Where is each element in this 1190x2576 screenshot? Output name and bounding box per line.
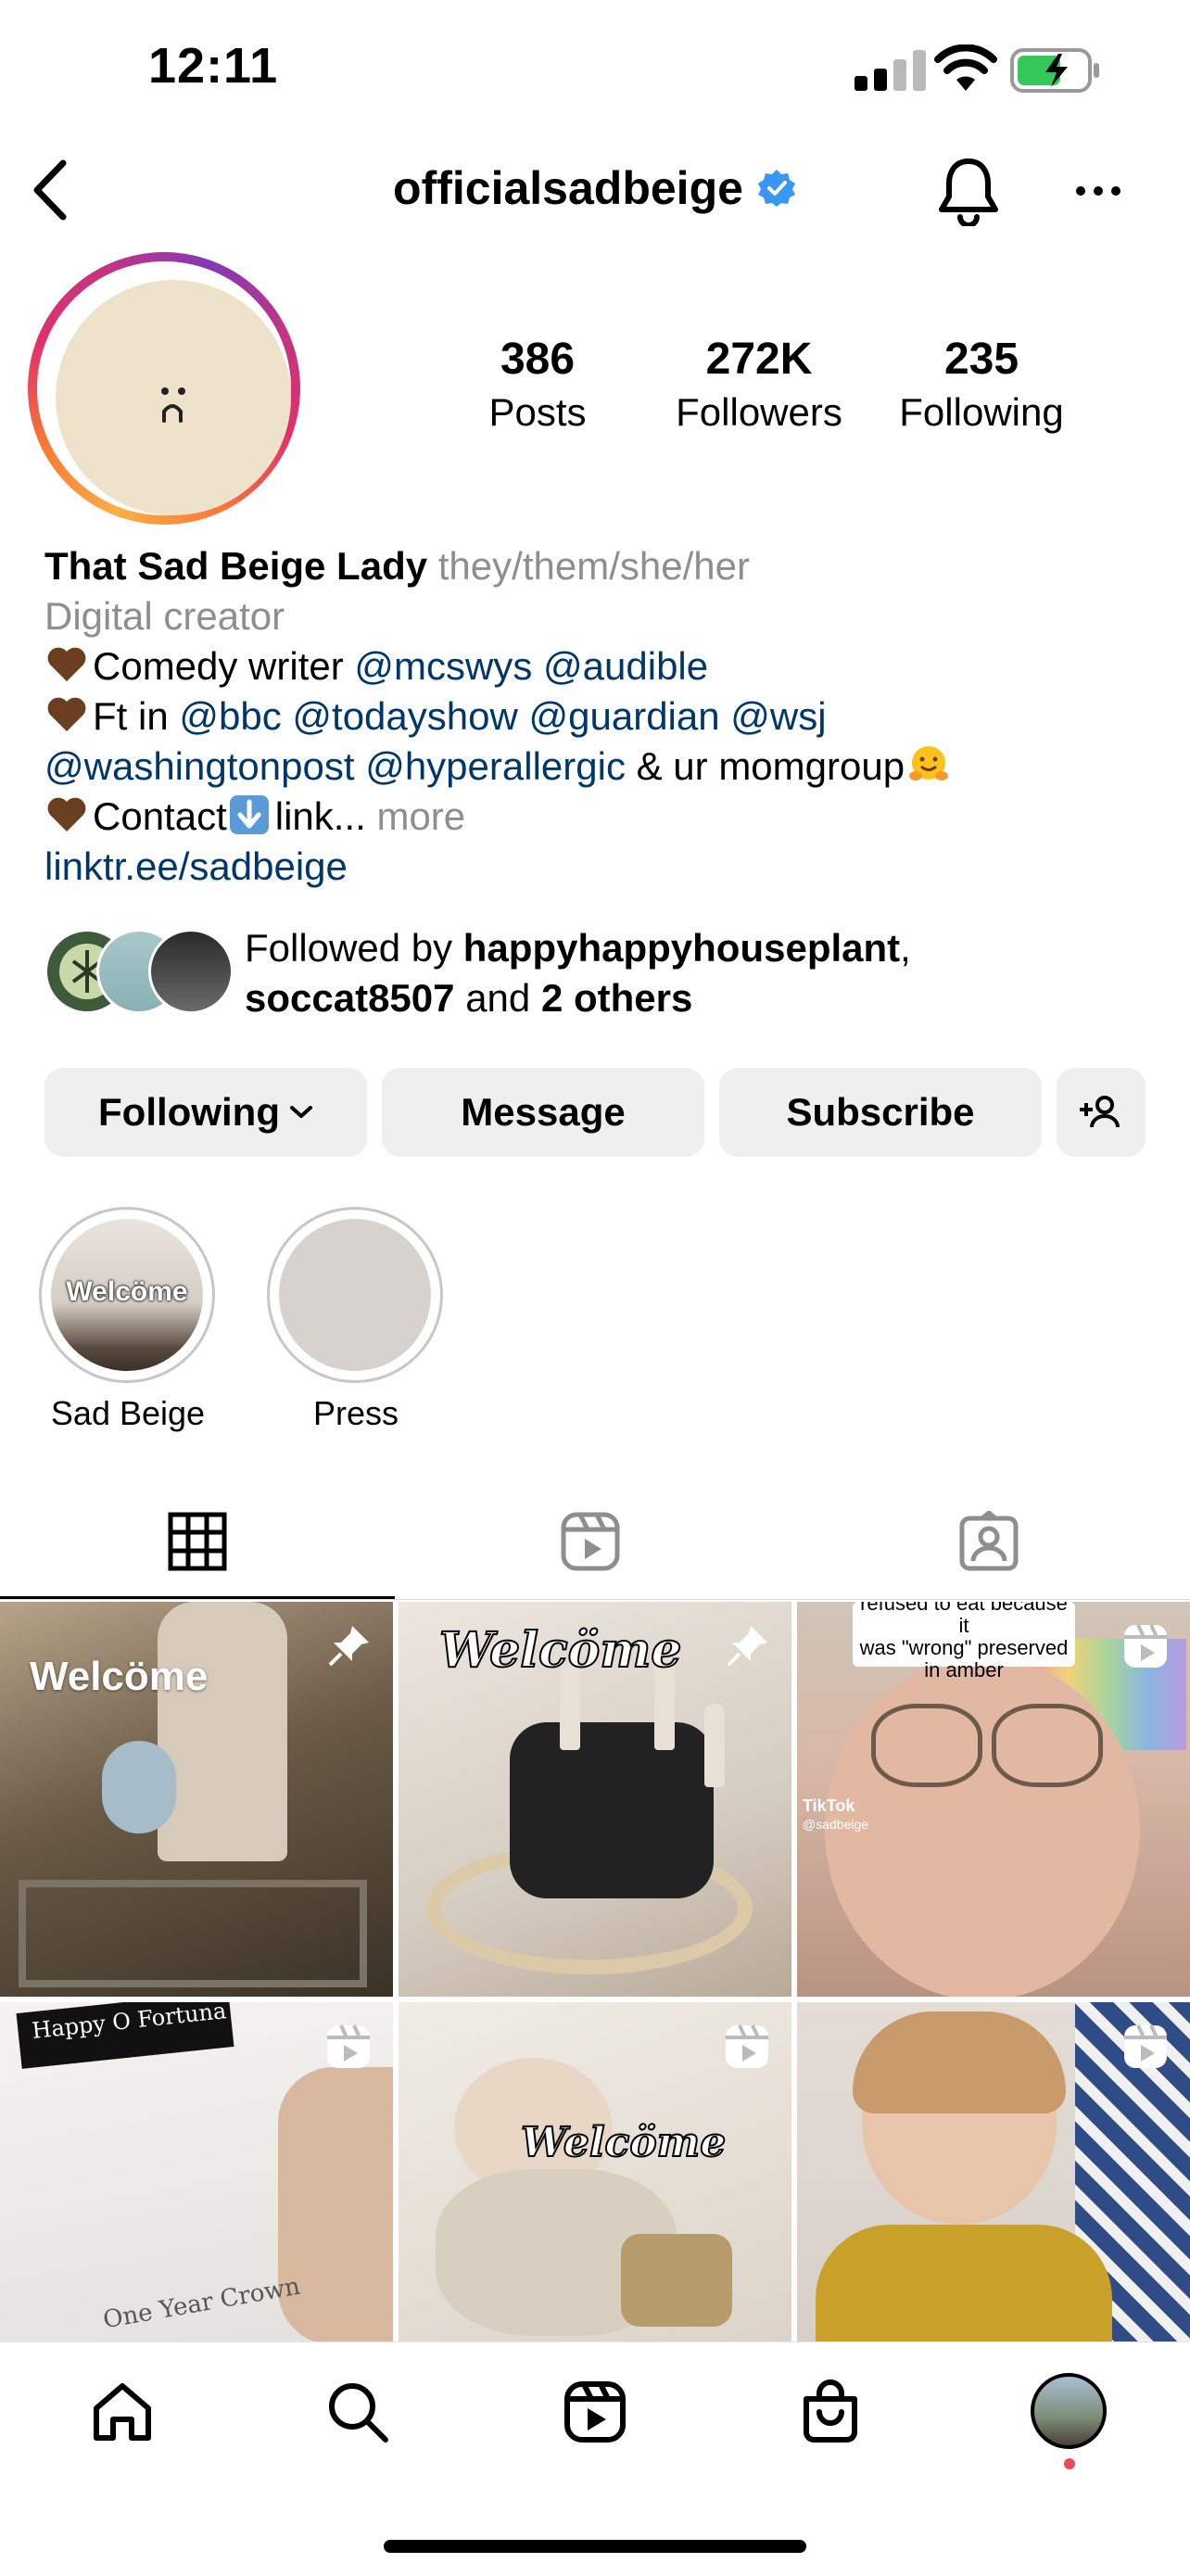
mutual-user-1: happyhappyhouseplant	[462, 926, 901, 970]
post-tile-4[interactable]: Happy O Fortuna One Year Crown	[0, 2002, 393, 2341]
tiktok-watermark: TikTok	[803, 1796, 855, 1815]
stat-followers[interactable]: 272K Followers	[660, 334, 858, 435]
tile-1-caption: Welcöme	[30, 1654, 209, 1699]
bio-line-4-text-b: link...	[274, 794, 366, 838]
mention-guardian[interactable]: @guardian	[529, 694, 720, 738]
tile-4-text: One Year Crown	[101, 2272, 303, 2335]
shop-icon[interactable]	[797, 2379, 864, 2445]
mention-washingtonpost[interactable]: @washingtonpost	[44, 744, 355, 788]
more-link[interactable]: more	[376, 794, 465, 838]
subscribe-button-label: Subscribe	[786, 1090, 975, 1134]
post-tile-5[interactable]: Welcöme	[399, 2002, 791, 2341]
bio-line-1-text: Comedy writer	[93, 644, 344, 688]
home-indicator	[384, 2540, 806, 2553]
wifi-icon	[934, 44, 997, 91]
reel-badge-icon	[1124, 1624, 1167, 1668]
profile-avatar[interactable]	[28, 252, 300, 525]
mention-bbc[interactable]: @bbc	[179, 694, 281, 738]
posts-label: Posts	[488, 390, 587, 434]
bell-icon[interactable]	[936, 156, 1001, 226]
tile-2-caption: Welcöme	[438, 1621, 682, 1680]
reels-icon[interactable]	[560, 1511, 621, 1572]
hugging-face-icon	[909, 746, 949, 780]
post-tile-6[interactable]	[797, 2002, 1190, 2341]
profile-bio: That Sad Beige Lady they/them/she/her Di…	[44, 541, 1157, 892]
tiktok-handle: @sadbeige	[803, 1817, 869, 1832]
mention-mcswys[interactable]: @mcswys	[354, 644, 532, 688]
mention-wsj[interactable]: @wsj	[730, 694, 826, 738]
followed-by-prefix: Followed by	[245, 926, 453, 970]
following-button[interactable]: Following	[44, 1068, 367, 1157]
bio-line-2-text: Ft in	[93, 694, 169, 738]
chevron-down-icon	[289, 1106, 312, 1118]
post-tile-3[interactable]: refused to eat because it was "wrong" pr…	[797, 1602, 1190, 1997]
following-count: 235	[943, 335, 1019, 384]
mutual-avatar-3	[148, 929, 234, 1014]
followed-by-avatars[interactable]	[44, 929, 234, 1014]
brown-heart-icon	[47, 647, 86, 681]
display-name: That Sad Beige Lady	[44, 544, 428, 588]
followers-label: Followers	[676, 390, 842, 434]
sad-face-icon	[161, 387, 185, 423]
post-tile-2[interactable]: Welcöme	[399, 1602, 791, 1997]
grid-icon[interactable]	[167, 1511, 228, 1572]
mention-audible[interactable]: @audible	[543, 644, 708, 688]
reel-badge-icon	[726, 2024, 768, 2068]
tile-5-caption: Welcöme	[520, 2118, 727, 2167]
verified-icon	[757, 170, 795, 207]
bio-link[interactable]: linktr.ee/sadbeige	[44, 842, 1157, 892]
highlight-label-sad-beige: Sad Beige	[50, 1394, 206, 1432]
followed-by-comma: ,	[900, 926, 911, 970]
mention-hyperallergic[interactable]: @hyperallergic	[365, 744, 626, 788]
status-time: 12:11	[148, 38, 279, 94]
pin-icon	[727, 1626, 767, 1667]
down-arrow-icon	[229, 795, 269, 834]
reel-badge-icon	[327, 2024, 370, 2068]
stat-posts[interactable]: 386 Posts	[463, 334, 612, 435]
brown-heart-icon	[47, 797, 86, 831]
profile-tab-avatar[interactable]	[1031, 2373, 1107, 2449]
battery-icon	[1010, 48, 1099, 93]
mention-todayshow[interactable]: @todayshow	[292, 694, 517, 738]
profile-username-header: officialsadbeige	[0, 161, 1190, 215]
search-icon[interactable]	[324, 2379, 391, 2445]
mutual-others: 2 others	[540, 976, 693, 1020]
highlight-label-press: Press	[312, 1394, 399, 1432]
brown-heart-icon	[47, 697, 86, 731]
notification-dot	[1064, 2458, 1075, 2469]
tile-3-caption-line-3: in amber	[924, 1658, 1004, 1681]
highlight-cover-text: Welcöme	[66, 1276, 188, 1307]
pin-icon	[328, 1626, 369, 1667]
tab-divider	[0, 1599, 1190, 1600]
posts-count: 386	[500, 335, 576, 384]
subscribe-button[interactable]: Subscribe	[719, 1068, 1042, 1157]
message-button[interactable]: Message	[382, 1068, 704, 1157]
category-label: Digital creator	[44, 594, 285, 638]
suggested-users-button[interactable]	[1057, 1068, 1146, 1157]
username-text: officialsadbeige	[393, 162, 743, 214]
stat-following[interactable]: 235 Following	[884, 334, 1079, 435]
add-person-icon	[1080, 1096, 1120, 1128]
message-button-label: Message	[461, 1090, 626, 1134]
tile-3-caption-line-1: refused to eat because it	[860, 1602, 1068, 1637]
highlight-press[interactable]	[267, 1207, 443, 1383]
reels-nav-icon[interactable]	[562, 2379, 628, 2445]
pronouns: they/them/she/her	[437, 544, 750, 588]
post-tile-1[interactable]: Welcöme	[0, 1602, 393, 1997]
tagged-icon[interactable]	[958, 1511, 1019, 1572]
followers-count: 272K	[705, 335, 813, 384]
bio-line-3-text: & ur momgroup	[636, 744, 905, 788]
bio-line-4-text-a: Contact	[93, 794, 227, 838]
highlight-sad-beige[interactable]: Welcöme	[39, 1207, 215, 1383]
following-label: Following	[899, 390, 1064, 434]
reel-badge-icon	[1124, 2024, 1167, 2068]
followed-by-text[interactable]: Followed by happyhappyhouseplant, soccat…	[245, 923, 1079, 1023]
cellular-signal-icon	[855, 44, 926, 91]
following-button-label: Following	[98, 1090, 280, 1134]
followed-by-and: and	[465, 976, 531, 1020]
tile-3-caption-line-2: was "wrong" preserved	[859, 1636, 1069, 1659]
more-icon[interactable]	[1075, 182, 1121, 200]
mutual-user-2: soccat8507	[245, 976, 455, 1020]
home-icon[interactable]	[89, 2379, 156, 2445]
